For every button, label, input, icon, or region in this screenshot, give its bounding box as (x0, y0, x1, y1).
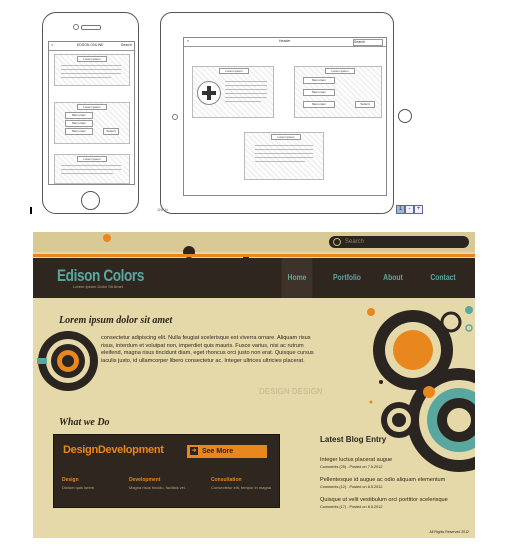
blog-entry-title[interactable]: Integer luctus placerat augue (320, 457, 392, 463)
service-text-design: Dictum quis lorem (62, 485, 95, 490)
text-line (61, 169, 121, 170)
phone-menu-item[interactable]: Menu item (65, 128, 93, 135)
text-line (255, 161, 305, 162)
service-title-development[interactable]: Development (129, 477, 160, 483)
text-line (61, 165, 121, 166)
phone-screen: ≡ EDSON ONLINE Search Lorem ipsum Lorem … (48, 41, 135, 185)
text-line (61, 77, 111, 78)
service-text-development: Magna risus tincidu, facilisis vel. (129, 485, 186, 490)
what-we-do-heading: What we Do (59, 417, 110, 428)
phone-home-button (81, 191, 100, 210)
tablet-box-title: Lorem ipsum (271, 134, 301, 140)
phone-content-box: Lorem ipsum (54, 54, 130, 86)
text-line (61, 173, 113, 174)
text-line (225, 89, 267, 90)
tablet-menu-box: Lorem ipsum Menu item Menu item Menu ite… (294, 66, 382, 118)
phone-box-title: Lorem ipsum (77, 56, 107, 62)
text-line (225, 81, 267, 82)
tablet-menu-item[interactable]: Menu item (303, 77, 335, 84)
tablet-menu-icon[interactable]: ≡ (187, 39, 189, 43)
nav-about[interactable]: About (378, 258, 409, 298)
arrow-right-icon: ➜ (190, 447, 198, 456)
text-line (225, 85, 267, 86)
nav-contact[interactable]: Contact (424, 258, 461, 298)
zoom-out-button[interactable]: - (405, 205, 414, 214)
accent-stripe (33, 254, 475, 257)
tablet-wireframe: ≡ Header Search Lorem ipsum Lorem ipsum … (160, 12, 412, 214)
service-text-consultation: Consectetur elit, tempor in magna (211, 485, 272, 490)
search-placeholder: Search (345, 239, 365, 245)
service-title-design[interactable]: Design (62, 477, 79, 483)
blog-heading: Latest Blog Entry (320, 435, 387, 444)
target-circle-icon (37, 331, 98, 391)
service-title-consultation[interactable]: Consultation (211, 477, 242, 483)
services-panel: DesignDevelopment ➜ See More Design Dictu… (53, 434, 280, 508)
phone-content-box: Lorem ipsum (54, 154, 130, 184)
text-line (225, 101, 261, 102)
site-tagline: Lorem Ipsum Dolor Sit Amet (73, 284, 124, 289)
phone-camera (73, 24, 79, 30)
blog-entry-meta: Comments (25) - Posted on 7.5.2012 (320, 465, 383, 469)
zoom-in-button[interactable]: + (414, 205, 423, 214)
phone-menu-icon[interactable]: ≡ (51, 43, 53, 47)
phone-box-title: Lorem ipsum (77, 156, 107, 162)
intro-paragraph: consectetur adipiscing elit. Nulla feugi… (101, 335, 314, 364)
text-line (61, 69, 121, 70)
phone-box-title: Lorem ipsum (77, 104, 107, 110)
text-line (255, 157, 313, 158)
phone-speaker (81, 25, 101, 30)
phone-menu-box: Lorem ipsum Menu item Menu item Menu ite… (54, 102, 130, 144)
tablet-title: Header (279, 39, 291, 43)
text-line (61, 73, 121, 74)
phone-app-title: EDSON ONLINE (77, 43, 104, 47)
blog-entry-meta: Comments (17) - Posted on 8.5.2012 (320, 505, 383, 509)
phone-submit-button[interactable]: Submit (103, 128, 119, 135)
services-title: DesignDevelopment (63, 444, 164, 456)
text-line (225, 93, 267, 94)
phone-wireframe: ≡ EDSON ONLINE Search Lorem ipsum Lorem … (42, 12, 139, 214)
blog-entry-meta: Comments (12) - Posted on 8.5.2012 (320, 485, 383, 489)
nav-home[interactable]: Home (281, 258, 313, 298)
tablet-screen: ≡ Header Search Lorem ipsum Lorem ipsum … (183, 37, 387, 196)
nav-portfolio[interactable]: Portfolio (327, 258, 368, 298)
see-more-label: See More (202, 448, 234, 455)
services-title-design: Design (63, 444, 98, 456)
cursor-mark (30, 207, 32, 214)
paint-splat (103, 234, 111, 242)
wireframe-caption: 1NKN (157, 207, 168, 212)
tablet-box-title: Lorem ipsum (219, 68, 249, 74)
text-line (255, 149, 313, 150)
tablet-box-title: Lorem ipsum (325, 68, 355, 74)
site-logo[interactable]: Edison Colors (57, 266, 144, 286)
phone-search[interactable]: Search (121, 43, 132, 47)
phone-menu-item[interactable]: Menu item (65, 112, 93, 119)
tablet-menu-item[interactable]: Menu item (303, 101, 335, 108)
footer-copyright: All Rights Reserved 2012 (429, 530, 470, 534)
search-bar[interactable]: Search (329, 236, 469, 248)
services-title-development: Development (97, 444, 164, 456)
phone-title-bar: ≡ EDSON ONLINE Search (49, 42, 134, 51)
tablet-title-bar: ≡ Header Search (184, 38, 386, 47)
text-line (255, 145, 313, 146)
tablet-content-box: Lorem ipsum (192, 66, 274, 118)
tablet-home-button (398, 109, 412, 123)
tablet-submit-button[interactable]: Submit (355, 101, 375, 108)
tablet-content-box: Lorem ipsum (244, 132, 324, 180)
website-mockup: Search Edison Colors Lorem Ipsum Dolor S… (33, 232, 475, 538)
phone-menu-item[interactable]: Menu item (65, 120, 93, 127)
background-watermark: DESIGN DESIGN (259, 387, 323, 396)
text-line (225, 97, 267, 98)
tablet-search[interactable]: Search (353, 39, 383, 46)
text-line (255, 153, 313, 154)
blog-entry-title[interactable]: Pellentesque id augue ac odio aliquam el… (320, 477, 445, 483)
text-line (61, 65, 121, 66)
search-icon (333, 238, 341, 246)
add-icon[interactable] (197, 81, 221, 105)
zoom-reset-button[interactable]: 1 (396, 205, 405, 214)
tablet-menu-item[interactable]: Menu item (303, 89, 335, 96)
see-more-button[interactable]: ➜ See More (187, 445, 267, 458)
blog-entry-title[interactable]: Quisque ut velit vestibulum orci porttit… (320, 497, 448, 503)
tablet-camera (172, 114, 178, 120)
page-headline: Lorem ipsum dolor sit amet (59, 315, 173, 326)
